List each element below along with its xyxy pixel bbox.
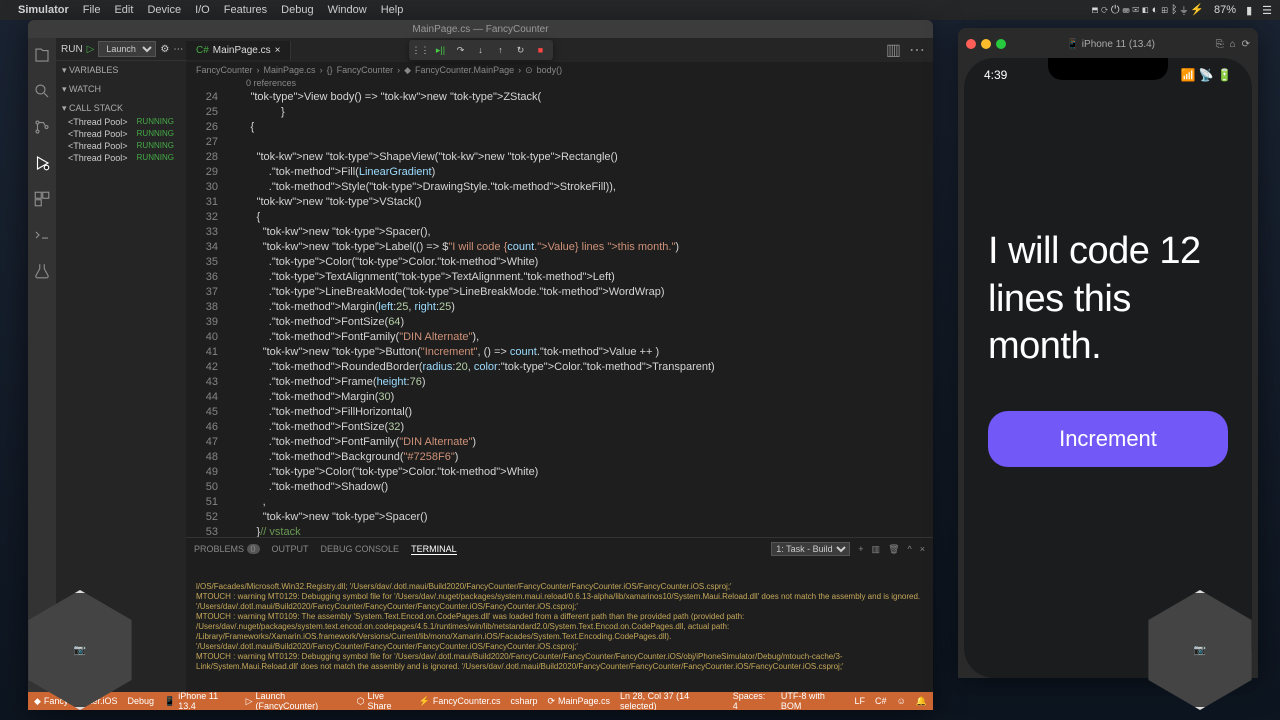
sb-file[interactable]: ⟳ MainPage.cs — [547, 696, 610, 707]
tab-problems[interactable]: PROBLEMS 0 — [194, 544, 260, 554]
stop-button[interactable]: ■ — [533, 42, 549, 58]
menu-io[interactable]: I/O — [195, 4, 210, 16]
step-out-button[interactable]: ↑ — [493, 42, 509, 58]
webcam-presenter-1: 📷 — [20, 590, 140, 710]
thread-row[interactable]: <Thread Pool>RUNNING — [62, 128, 180, 140]
sb-eol[interactable]: LF — [855, 691, 866, 710]
tab-debug-console[interactable]: DEBUG CONSOLE — [321, 544, 400, 554]
sb-lang[interactable]: csharp — [510, 696, 537, 706]
test-icon[interactable] — [33, 262, 51, 280]
step-into-button[interactable]: ↓ — [473, 42, 489, 58]
phone-indicators: 📶 📡 🔋 — [1181, 68, 1233, 82]
split-terminal-icon[interactable]: ▥ — [872, 544, 881, 555]
more-actions-icon[interactable]: ⋯ — [909, 40, 925, 60]
debug-drag-handle[interactable]: ⋮⋮ — [413, 42, 429, 58]
phone-screen: 4:39 📶 📡 🔋 I will code 12 lines this mon… — [964, 58, 1252, 678]
increment-button[interactable]: Increment — [988, 411, 1228, 467]
code-content[interactable]: "tok-type">View body() => "tok-kw">new "… — [226, 88, 933, 537]
sb-launch[interactable]: ▷ Launch (FancyCounter) — [246, 691, 347, 710]
sb-bell-icon[interactable]: 🔔 — [916, 691, 927, 710]
launch-config-select[interactable]: Launch — [98, 41, 156, 57]
remote-icon[interactable] — [33, 226, 51, 244]
editor-area: C# MainPage.cs × ▥ ⋯ FancyCounter › Main… — [186, 38, 933, 692]
variables-header[interactable]: ▾ VARIABLES — [62, 63, 180, 78]
line-numbers: 2425262728293031323334353637383940414243… — [186, 88, 226, 537]
sb-build[interactable]: ⚡ FancyCounter.cs — [419, 696, 501, 707]
mac-menubar: Simulator File Edit Device I/O Features … — [0, 0, 1280, 20]
phone-statusbar: 4:39 📶 📡 🔋 — [964, 68, 1252, 82]
window-title: MainPage.cs — FancyCounter — [28, 20, 933, 38]
more-icon[interactable]: ⋯ — [173, 44, 183, 55]
breadcrumb[interactable]: FancyCounter › MainPage.cs › {} FancyCou… — [186, 62, 933, 78]
menu-edit[interactable]: Edit — [114, 4, 133, 16]
sb-cursor-pos[interactable]: Ln 28, Col 37 (14 selected) — [620, 691, 723, 710]
sb-spaces[interactable]: Spaces: 4 — [733, 691, 771, 710]
sb-feedback-icon[interactable]: ☺ — [897, 691, 906, 710]
screenshot-icon[interactable]: ⎘ — [1216, 39, 1224, 50]
menu-help[interactable]: Help — [381, 4, 404, 16]
step-over-button[interactable]: ↷ — [453, 42, 469, 58]
watch-header[interactable]: ▾ WATCH — [62, 82, 180, 97]
terminal-output[interactable]: l/OS/Facades/Microsoft.Win32.Registry.dl… — [186, 560, 933, 692]
sb-encoding[interactable]: UTF-8 with BOM — [781, 691, 845, 710]
explorer-icon[interactable] — [33, 46, 51, 64]
continue-button[interactable]: ▸|| — [433, 42, 449, 58]
terminal-shell-select[interactable]: 1: Task - Build — [771, 542, 850, 556]
menu-file[interactable]: File — [83, 4, 101, 16]
maximize-icon[interactable]: ^ — [908, 544, 912, 554]
menu-features[interactable]: Features — [224, 4, 267, 16]
gear-icon[interactable]: ⚙ — [160, 44, 169, 55]
menu-debug[interactable]: Debug — [281, 4, 313, 16]
sim-title: 📱 iPhone 11 (13.4) — [1012, 39, 1210, 50]
code-editor[interactable]: 2425262728293031323334353637383940414243… — [186, 88, 933, 537]
vscode-window: MainPage.cs — FancyCounter ⋮⋮ ▸|| ↷ ↓ ↑ … — [28, 20, 933, 710]
new-terminal-icon[interactable]: + — [858, 544, 863, 554]
thread-row[interactable]: <Thread Pool>RUNNING — [62, 152, 180, 164]
sb-device[interactable]: 📱 iPhone 11 13.4 — [164, 691, 236, 710]
tab-bar: C# MainPage.cs × ▥ ⋯ — [186, 38, 933, 62]
debug-toolbar: ⋮⋮ ▸|| ↷ ↓ ↑ ↻ ■ — [409, 40, 553, 60]
codelens-references[interactable]: 0 references — [186, 78, 933, 88]
phone-time: 4:39 — [984, 68, 1007, 82]
source-control-icon[interactable] — [33, 118, 51, 136]
home-icon[interactable]: ⌂ — [1230, 39, 1236, 50]
tab-mainpage[interactable]: C# MainPage.cs × — [186, 41, 291, 60]
run-debug-icon[interactable] — [33, 154, 51, 172]
menubar-right: ⬒ ⟳ ⏻ ⌨ ✉ ◧ ◐ ⊞ ᛒ ⏚ ⚡ 87% ▮ ☰ — [1092, 3, 1272, 17]
restart-button[interactable]: ↻ — [513, 42, 529, 58]
close-icon[interactable]: × — [275, 45, 281, 56]
rotate-icon[interactable]: ⟳ — [1242, 39, 1250, 50]
control-center-icon[interactable]: ☰ — [1262, 4, 1272, 17]
thread-row[interactable]: <Thread Pool>RUNNING — [62, 140, 180, 152]
count-label: I will code 12 lines this month. — [988, 228, 1228, 371]
app-content: I will code 12 lines this month. Increme… — [964, 228, 1252, 467]
tab-output[interactable]: OUTPUT — [272, 544, 309, 554]
callstack-header[interactable]: ▾ CALL STACK — [62, 101, 180, 116]
menu-window[interactable]: Window — [328, 4, 367, 16]
tab-terminal[interactable]: TERMINAL — [411, 544, 457, 555]
webcam-presenter-2: 📷 — [1140, 590, 1260, 710]
sb-liveshare[interactable]: ⬡ Live Share — [357, 691, 409, 710]
kill-terminal-icon[interactable]: 🗑 — [888, 544, 899, 555]
extensions-icon[interactable] — [33, 190, 51, 208]
status-icons[interactable]: ⬒ ⟳ ⏻ ⌨ ✉ ◧ ◐ ⊞ ᛒ ⏚ ⚡ — [1092, 3, 1204, 17]
traffic-lights[interactable] — [966, 39, 1006, 49]
close-panel-icon[interactable]: × — [920, 544, 925, 554]
thread-row[interactable]: <Thread Pool>RUNNING — [62, 116, 180, 128]
terminal-panel: PROBLEMS 0 OUTPUT DEBUG CONSOLE TERMINAL… — [186, 537, 933, 692]
battery-icon: ▮ — [1246, 4, 1252, 17]
sb-mode[interactable]: C# — [875, 691, 887, 710]
split-editor-icon[interactable]: ▥ — [886, 40, 901, 60]
run-label: RUN — [61, 44, 83, 55]
search-icon[interactable] — [33, 82, 51, 100]
app-name[interactable]: Simulator — [18, 4, 69, 16]
battery-pct: 87% — [1214, 4, 1236, 16]
statusbar: ◆ FancyCounter.iOS Debug 📱 iPhone 11 13.… — [28, 692, 933, 710]
menu-device[interactable]: Device — [147, 4, 181, 16]
start-debug-icon[interactable]: ▷ — [87, 44, 95, 55]
